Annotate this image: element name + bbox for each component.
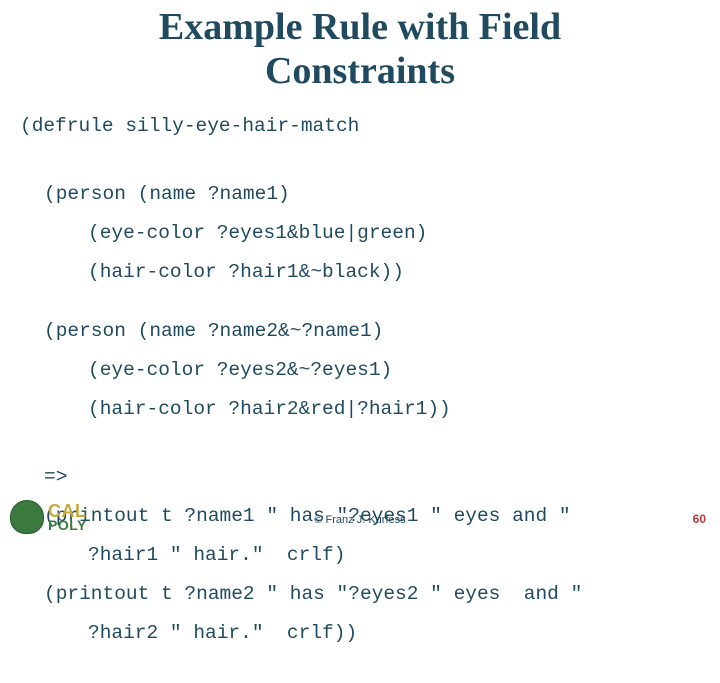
logo-poly: POLY — [48, 519, 87, 532]
code-line: => — [44, 468, 720, 488]
code-line: (defrule silly-eye-hair-match — [20, 117, 720, 137]
code-line: (hair-color ?hair1&~black)) — [44, 263, 720, 283]
title-line-2: Constraints — [265, 50, 455, 92]
page-number: 60 — [693, 512, 706, 526]
logo-text: CAL POLY — [48, 503, 87, 532]
slide-title: Example Rule with Field Constraints — [0, 0, 720, 93]
code-line: ?hair2 " hair." crlf)) — [44, 624, 720, 644]
code-line: ?hair1 " hair." crlf) — [44, 546, 720, 566]
code-line: (person (name ?name1) — [44, 185, 720, 205]
code-line: (eye-color ?eyes2&~?eyes1) — [20, 361, 720, 381]
code-line: (person (name ?name2&~?name1) — [20, 322, 720, 342]
footer: CAL POLY © Franz J. Kurfess 60 — [0, 494, 720, 536]
title-line-1: Example Rule with Field — [159, 6, 561, 48]
logo-badge-icon — [10, 500, 44, 534]
code-block: (defrule silly-eye-hair-match (person (n… — [0, 93, 720, 683]
code-line: (hair-color ?hair2&red|?hair1)) — [20, 400, 720, 420]
code-line: (eye-color ?eyes1&blue|green) — [44, 224, 720, 244]
code-line: (printout t ?name2 " has "?eyes2 " eyes … — [44, 585, 720, 605]
copyright-text: © Franz J. Kurfess — [314, 514, 405, 526]
calpoly-logo: CAL POLY — [10, 500, 87, 534]
